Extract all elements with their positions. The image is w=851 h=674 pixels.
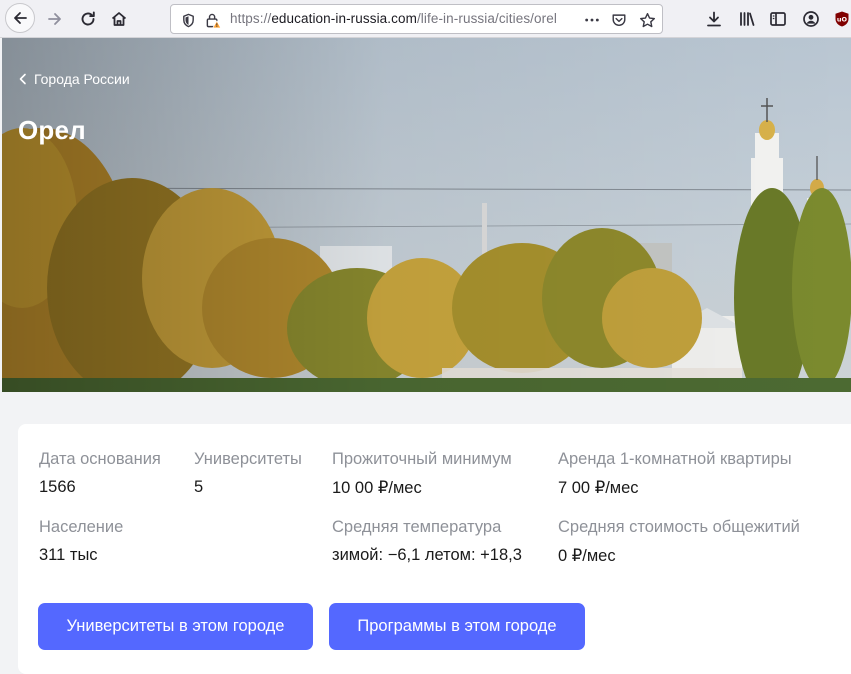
universities-in-city-button[interactable]: Университеты в этом городе — [38, 603, 313, 650]
programs-in-city-button[interactable]: Программы в этом городе — [329, 603, 585, 650]
more-icon[interactable] — [583, 11, 601, 29]
library-icon[interactable] — [733, 5, 761, 33]
founded-stat: Дата основания 1566 — [39, 450, 161, 497]
url-domain: education-in-russia.com — [271, 11, 417, 26]
temperature-value: зимой: −6,1 летом: +18,3 — [332, 546, 522, 564]
rent-stat: Аренда 1-комнатной квартиры 7 00 ₽/мес — [558, 450, 792, 498]
url-text[interactable]: https://education-in-russia.com/life-in-… — [230, 11, 557, 26]
city-info-card: Дата основания 1566 Университеты 5 Прожи… — [18, 424, 851, 674]
temperature-label: Средняя температура — [332, 518, 502, 536]
living-wage-label: Прожиточный минимум — [332, 450, 512, 468]
reload-icon[interactable] — [74, 5, 102, 33]
population-label: Население — [39, 518, 124, 536]
chevron-left-icon — [19, 73, 26, 85]
download-icon[interactable] — [700, 5, 728, 33]
shield-icon[interactable] — [179, 11, 197, 29]
universities-value: 5 — [194, 478, 204, 496]
pocket-icon[interactable] — [610, 11, 628, 29]
ublock-icon[interactable]: uO — [828, 5, 851, 33]
dorm-cost-stat: Средняя стоимость общежитий 0 ₽/мес — [558, 518, 800, 566]
city-title: Орел — [18, 115, 86, 145]
bookmark-star-icon[interactable] — [638, 11, 656, 29]
url-prefix: https:// — [230, 11, 272, 26]
universities-label: Университеты — [194, 450, 302, 468]
living-wage-stat: Прожиточный минимум 10 00 ₽/мес — [332, 450, 512, 498]
forward-arrow-icon[interactable] — [41, 5, 69, 33]
url-path: /life-in-russia/cities/orel — [416, 11, 557, 26]
universities-stat: Университеты 5 — [194, 450, 302, 497]
back-to-cities-link[interactable]: Города России — [18, 71, 130, 87]
home-icon[interactable] — [105, 5, 133, 33]
rent-label: Аренда 1-комнатной квартиры — [558, 450, 792, 468]
browser-toolbar: https://education-in-russia.com/life-in-… — [0, 0, 851, 38]
dorm-cost-value: 0 ₽/мес — [558, 547, 616, 565]
population-value: 311 тыс — [39, 546, 98, 564]
sidebar-icon[interactable] — [764, 5, 792, 33]
account-icon[interactable] — [797, 5, 825, 33]
svg-text:uO: uO — [837, 15, 848, 23]
city-hero-image: Города России Орел — [2, 38, 851, 392]
founded-label: Дата основания — [39, 450, 161, 468]
lock-warning-icon[interactable] — [204, 11, 222, 29]
back-arrow-icon[interactable] — [5, 3, 35, 33]
founded-value: 1566 — [39, 478, 76, 496]
living-wage-value: 10 00 ₽/мес — [332, 479, 422, 497]
address-bar[interactable]: https://education-in-russia.com/life-in-… — [170, 4, 663, 34]
back-link-label: Города России — [34, 71, 130, 87]
rent-value: 7 00 ₽/мес — [558, 479, 639, 497]
temperature-stat: Средняя температура зимой: −6,1 летом: +… — [332, 518, 522, 565]
dorm-cost-label: Средняя стоимость общежитий — [558, 518, 800, 536]
population-stat: Население 311 тыс — [39, 518, 123, 565]
